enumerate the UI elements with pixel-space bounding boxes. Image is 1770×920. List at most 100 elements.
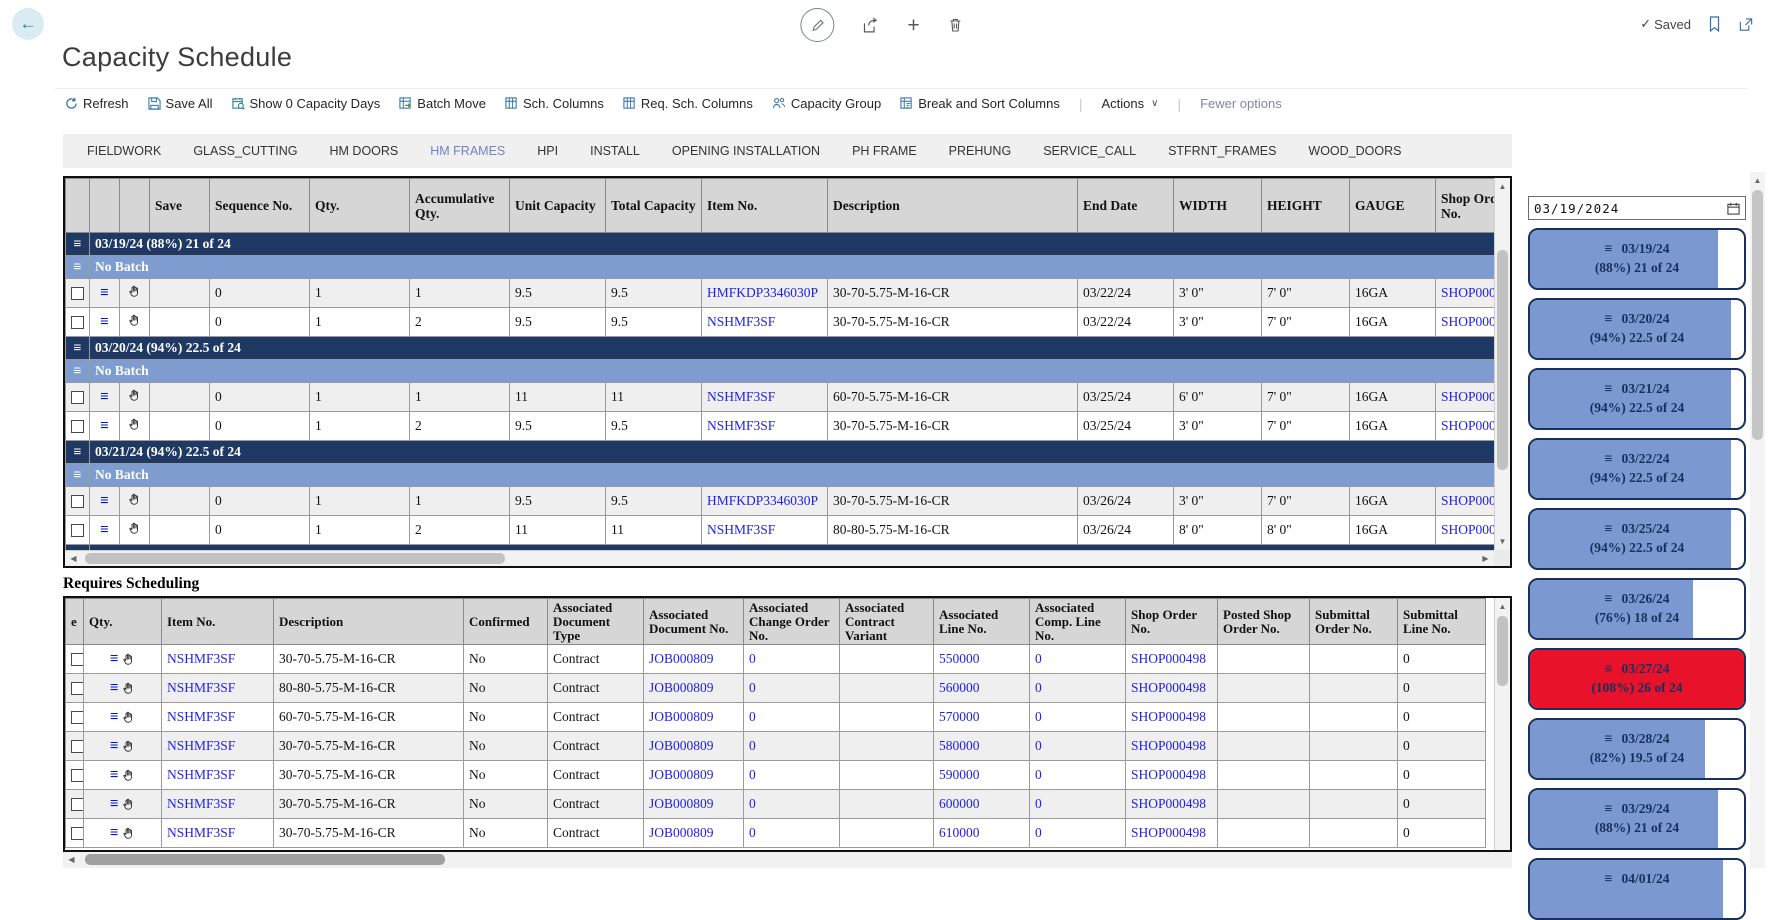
- menu-icon[interactable]: ≡: [110, 825, 119, 841]
- item-link[interactable]: NSHMF3SF: [167, 825, 235, 840]
- col-assoc-doc-no[interactable]: Associated Document No.: [644, 599, 744, 645]
- shop-order-link[interactable]: SHOP000498: [1131, 825, 1206, 840]
- menu-icon[interactable]: ≡: [1605, 732, 1613, 747]
- menu-icon[interactable]: ≡: [110, 651, 119, 667]
- menu-icon[interactable]: ≡: [110, 796, 119, 812]
- document-link[interactable]: JOB000809: [649, 680, 714, 695]
- col-posted-shop-order-no[interactable]: Posted Shop Order No.: [1218, 599, 1310, 645]
- drag-hand-icon[interactable]: [122, 827, 135, 840]
- row-checkbox[interactable]: [71, 798, 84, 811]
- drag-hand-icon[interactable]: [122, 711, 135, 724]
- bookmark-icon[interactable]: [1707, 16, 1722, 32]
- col-assoc-change-order-no[interactable]: Associated Change Order No.: [744, 599, 840, 645]
- col-assoc-comp-line-no[interactable]: Associated Comp. Line No.: [1030, 599, 1126, 645]
- schedule-horizontal-scrollbar[interactable]: ◀ ▶: [65, 550, 1494, 566]
- menu-icon[interactable]: ≡: [100, 389, 109, 405]
- col-assoc-doc-type[interactable]: Associated Document Type: [548, 599, 644, 645]
- requires-vertical-scrollbar[interactable]: ▲: [1494, 598, 1510, 850]
- menu-icon[interactable]: ≡: [100, 314, 109, 330]
- new-button[interactable]: +: [907, 15, 919, 36]
- col-total-capacity[interactable]: Total Capacity: [606, 179, 702, 233]
- menu-icon[interactable]: ≡: [100, 285, 109, 301]
- schedule-vertical-scrollbar[interactable]: ▲ ▼: [1494, 178, 1510, 550]
- sch-columns-button[interactable]: Sch. Columns: [505, 96, 604, 111]
- row-checkbox[interactable]: [71, 524, 84, 537]
- menu-icon[interactable]: ≡: [74, 260, 82, 275]
- share-icon[interactable]: [862, 17, 879, 34]
- drag-hand-icon[interactable]: [128, 418, 141, 431]
- menu-icon[interactable]: ≡: [74, 445, 82, 460]
- item-link[interactable]: NSHMF3SF: [167, 709, 235, 724]
- col-sequence-no[interactable]: Sequence No.: [210, 179, 310, 233]
- item-link[interactable]: NSHMF3SF: [707, 418, 775, 433]
- row-checkbox[interactable]: [71, 769, 84, 782]
- capacity-group-button[interactable]: Capacity Group: [772, 96, 881, 111]
- comp-line-link[interactable]: 0: [1035, 738, 1042, 753]
- capacity-day-card[interactable]: ≡03/29/24 (88%) 21 of 24: [1528, 788, 1746, 850]
- col-qty[interactable]: Qty.: [84, 599, 162, 645]
- menu-icon[interactable]: ≡: [110, 709, 119, 725]
- document-link[interactable]: JOB000809: [649, 796, 714, 811]
- item-link[interactable]: NSHMF3SF: [167, 680, 235, 695]
- change-order-link[interactable]: 0: [749, 767, 756, 782]
- menu-icon[interactable]: ≡: [1605, 382, 1613, 397]
- item-link[interactable]: NSHMF3SF: [167, 738, 235, 753]
- tab-install[interactable]: INSTALL: [574, 144, 656, 158]
- col-assoc-line-no[interactable]: Associated Line No.: [934, 599, 1030, 645]
- menu-icon[interactable]: ≡: [110, 680, 119, 696]
- comp-line-link[interactable]: 0: [1035, 651, 1042, 666]
- item-link[interactable]: HMFKDP3346030P: [707, 285, 818, 300]
- menu-icon[interactable]: ≡: [110, 767, 119, 783]
- drag-hand-icon[interactable]: [128, 314, 141, 327]
- tab-fieldwork[interactable]: FIELDWORK: [71, 144, 177, 158]
- menu-icon[interactable]: ≡: [1605, 802, 1613, 817]
- document-link[interactable]: JOB000809: [649, 738, 714, 753]
- scroll-left-icon[interactable]: ◀: [64, 852, 79, 867]
- document-link[interactable]: JOB000809: [649, 709, 714, 724]
- menu-icon[interactable]: ≡: [1605, 312, 1613, 327]
- item-link[interactable]: NSHMF3SF: [707, 314, 775, 329]
- menu-icon[interactable]: ≡: [74, 341, 82, 356]
- comp-line-link[interactable]: 0: [1035, 796, 1042, 811]
- row-checkbox[interactable]: [71, 420, 84, 433]
- document-link[interactable]: JOB000809: [649, 825, 714, 840]
- col-end-date[interactable]: End Date: [1078, 179, 1174, 233]
- col-height[interactable]: HEIGHT: [1262, 179, 1350, 233]
- batch-move-button[interactable]: Batch Move: [399, 96, 486, 111]
- capacity-day-card[interactable]: ≡03/20/24 (94%) 22.5 of 24: [1528, 298, 1746, 360]
- row-checkbox[interactable]: [71, 287, 84, 300]
- tab-hm-doors[interactable]: HM DOORS: [314, 144, 415, 158]
- scroll-down-icon[interactable]: ▼: [1495, 534, 1510, 549]
- row-checkbox[interactable]: [71, 653, 84, 666]
- capacity-day-card[interactable]: ≡03/25/24 (94%) 22.5 of 24: [1528, 508, 1746, 570]
- comp-line-link[interactable]: 0: [1035, 767, 1042, 782]
- menu-icon[interactable]: ≡: [1605, 662, 1613, 677]
- col-gauge[interactable]: GAUGE: [1350, 179, 1436, 233]
- tab-service-call[interactable]: SERVICE_CALL: [1027, 144, 1152, 158]
- row-checkbox[interactable]: [71, 740, 84, 753]
- item-link[interactable]: NSHMF3SF: [167, 796, 235, 811]
- shop-order-link[interactable]: SHOP0005: [1441, 285, 1494, 300]
- scroll-right-icon[interactable]: ▶: [1478, 551, 1493, 566]
- row-checkbox[interactable]: [71, 711, 84, 724]
- drag-hand-icon[interactable]: [122, 682, 135, 695]
- col-accumulative-qty[interactable]: Accumulative Qty.: [410, 179, 510, 233]
- tab-prehung[interactable]: PREHUNG: [933, 144, 1028, 158]
- menu-icon[interactable]: ≡: [74, 468, 82, 483]
- calendar-icon[interactable]: [1727, 202, 1740, 215]
- capacity-day-card[interactable]: ≡03/21/24 (94%) 22.5 of 24: [1528, 368, 1746, 430]
- drag-hand-icon[interactable]: [122, 769, 135, 782]
- col-item-no[interactable]: Item No.: [702, 179, 828, 233]
- line-no-link[interactable]: 570000: [939, 709, 980, 724]
- page-horizontal-scrollbar[interactable]: ◀: [63, 852, 1512, 868]
- drag-hand-icon[interactable]: [122, 653, 135, 666]
- col-shop-order-no[interactable]: Shop Order No.: [1126, 599, 1218, 645]
- line-no-link[interactable]: 580000: [939, 738, 980, 753]
- drag-hand-icon[interactable]: [128, 522, 141, 535]
- shop-order-link[interactable]: SHOP000498: [1131, 651, 1206, 666]
- comp-line-link[interactable]: 0: [1035, 709, 1042, 724]
- drag-hand-icon[interactable]: [122, 798, 135, 811]
- capacity-day-card[interactable]: ≡03/19/24 (88%) 21 of 24: [1528, 228, 1746, 290]
- tab-glass-cutting[interactable]: GLASS_CUTTING: [177, 144, 313, 158]
- shop-order-link[interactable]: SHOP000498: [1131, 796, 1206, 811]
